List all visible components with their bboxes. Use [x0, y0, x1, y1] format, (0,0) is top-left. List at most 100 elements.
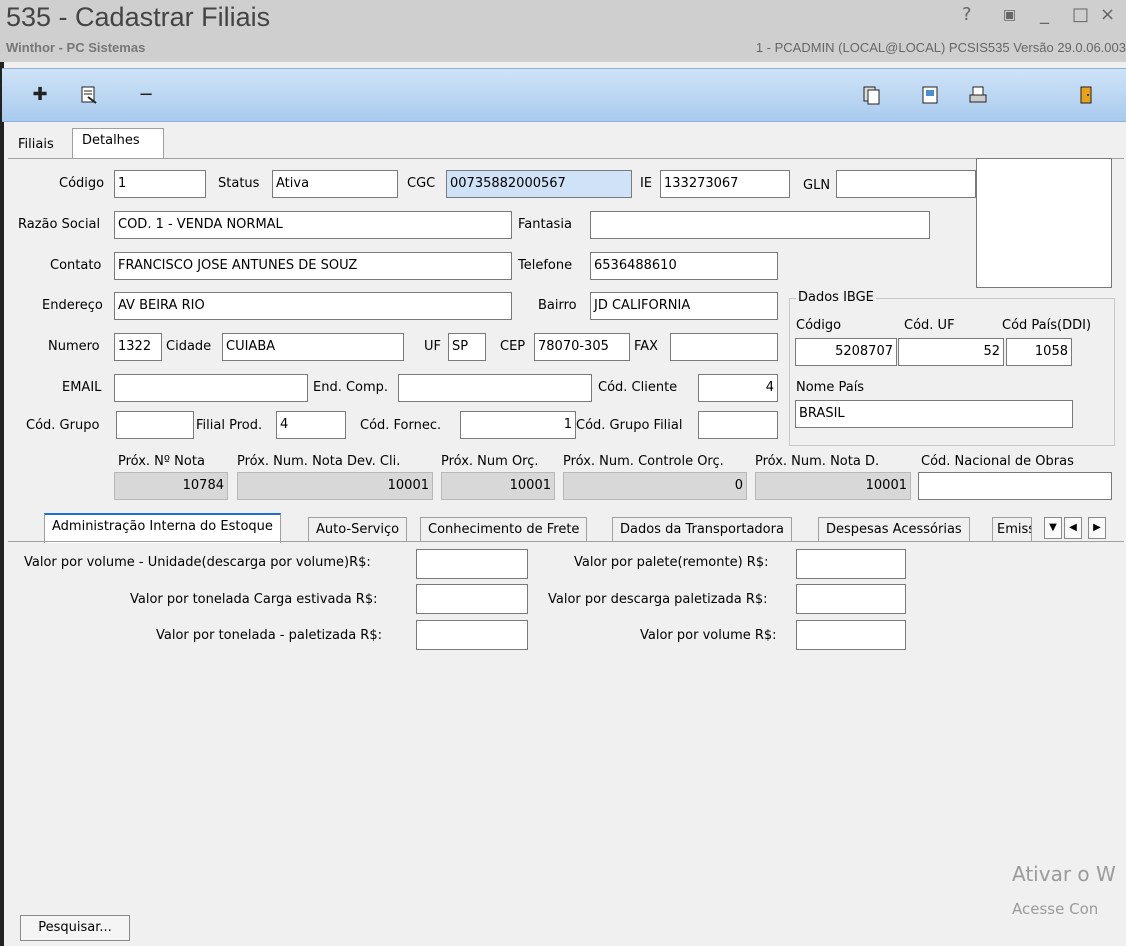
- ie-field[interactable]: 133273067: [660, 170, 790, 198]
- email-label: EMAIL: [62, 380, 102, 395]
- toolbar: ✚ −: [2, 68, 1126, 122]
- cod-obras-field[interactable]: [918, 472, 1112, 500]
- razao-field[interactable]: COD. 1 - VENDA NORMAL: [114, 211, 512, 239]
- edit-document-icon[interactable]: [79, 85, 99, 105]
- restore-icon[interactable]: ▣: [1003, 7, 1016, 23]
- image-box: [976, 158, 1112, 288]
- minimize-button[interactable]: _: [1040, 4, 1049, 25]
- contato-label: Contato: [50, 258, 102, 273]
- subtab-emissao[interactable]: Emiss: [992, 517, 1032, 542]
- codfornec-field[interactable]: 1: [460, 411, 576, 439]
- codigo-field[interactable]: 1: [114, 170, 206, 198]
- uf-field[interactable]: SP: [448, 333, 486, 361]
- tab-filiais[interactable]: Filiais: [12, 137, 60, 152]
- subtab-administracao-estoque[interactable]: Administração Interna do Estoque: [44, 513, 281, 543]
- cidade-label: Cidade: [166, 339, 212, 354]
- codgrupo-field[interactable]: [116, 411, 194, 439]
- subtab-dados-transportadora[interactable]: Dados da Transportadora: [612, 517, 792, 542]
- activation-watermark-text: Acesse Con: [1012, 900, 1099, 918]
- prox-nota-dev-field: 10001: [237, 472, 433, 500]
- endcomp-field[interactable]: [398, 374, 592, 402]
- ton-paletizada-field[interactable]: [416, 620, 528, 650]
- gln-field[interactable]: [836, 170, 976, 198]
- cep-label: CEP: [500, 339, 526, 354]
- endcomp-label: End. Comp.: [313, 380, 389, 395]
- numero-field[interactable]: 1322: [114, 333, 162, 361]
- ibge-codigo-label: Código: [796, 318, 842, 333]
- subtab-conhecimento-frete[interactable]: Conhecimento de Frete: [420, 517, 588, 542]
- prox-ctrl-orc-label: Próx. Num. Controle Orç.: [563, 454, 724, 469]
- maximize-button[interactable]: □: [1072, 4, 1089, 25]
- cod-obras-label: Cód. Nacional de Obras: [921, 454, 1074, 469]
- status-field[interactable]: Ativa: [272, 170, 398, 198]
- title-bar: 535 - Cadastrar Filiais Winthor - PC Sis…: [0, 0, 1126, 62]
- chevron-left-icon[interactable]: ◀: [1064, 517, 1082, 539]
- ibge-nomepais-label: Nome País: [796, 380, 865, 395]
- prox-nota-label: Próx. Nº Nota: [118, 454, 205, 469]
- uf-label: UF: [424, 339, 441, 354]
- palete-label: Valor por palete(remonte) R$:: [574, 555, 769, 570]
- subtab-auto-servico[interactable]: Auto-Serviço: [308, 517, 408, 542]
- ibge-codpais-field[interactable]: 1058: [1006, 338, 1072, 366]
- descarga-paletizada-label: Valor por descarga paletizada R$:: [548, 592, 768, 607]
- chevron-right-icon[interactable]: ▶: [1088, 517, 1106, 539]
- filialprod-label: Filial Prod.: [196, 418, 263, 433]
- codgrupofilial-label: Cód. Grupo Filial: [576, 418, 683, 433]
- fantasia-label: Fantasia: [518, 217, 572, 232]
- ibge-codigo-field[interactable]: 5208707: [795, 338, 897, 366]
- user-info: 1 - PCADMIN (LOCAL@LOCAL) PCSIS535 Versã…: [755, 40, 1126, 55]
- tab-divider: [8, 158, 1124, 159]
- codgrupofilial-field[interactable]: [698, 411, 778, 439]
- print-icon[interactable]: [968, 85, 988, 105]
- endereco-field[interactable]: AV BEIRA RIO: [114, 292, 512, 320]
- contato-field[interactable]: FRANCISCO JOSE ANTUNES DE SOUZ: [114, 252, 512, 280]
- subtab-divider: [8, 541, 1124, 542]
- notepad-icon[interactable]: [920, 85, 940, 105]
- codcliente-field[interactable]: 4: [698, 374, 778, 402]
- exit-door-icon[interactable]: [1076, 85, 1096, 105]
- fantasia-field[interactable]: [590, 211, 930, 239]
- ton-paletizada-label: Valor por tonelada - paletizada R$:: [156, 628, 382, 643]
- close-button[interactable]: ×: [1100, 4, 1115, 25]
- fax-label: FAX: [634, 339, 659, 354]
- filialprod-field[interactable]: 4: [276, 411, 346, 439]
- cidade-field[interactable]: CUIABA: [222, 333, 404, 361]
- palete-field[interactable]: [796, 549, 906, 579]
- fax-field[interactable]: [670, 333, 778, 361]
- descarga-paletizada-field[interactable]: [796, 584, 906, 614]
- tab-detalhes[interactable]: Detalhes: [76, 133, 146, 148]
- plus-icon[interactable]: ✚: [30, 85, 50, 105]
- codcliente-label: Cód. Cliente: [598, 380, 678, 395]
- window-border: [0, 62, 4, 946]
- prox-nota-d-field: 10001: [755, 472, 911, 500]
- ibge-coduf-label: Cód. UF: [904, 318, 955, 333]
- codfornec-label: Cód. Fornec.: [360, 418, 442, 433]
- prox-orc-field: 10001: [441, 472, 555, 500]
- gln-label: GLN: [803, 178, 831, 193]
- ibge-nomepais-field[interactable]: BRASIL: [795, 400, 1073, 428]
- ibge-coduf-field[interactable]: 52: [898, 338, 1004, 366]
- cep-field[interactable]: 78070-305: [534, 333, 630, 361]
- volume-label: Valor por volume R$:: [640, 628, 777, 643]
- prox-ctrl-orc-field: 0: [563, 472, 747, 500]
- bairro-label: Bairro: [538, 298, 577, 313]
- pesquisar-button[interactable]: Pesquisar...: [20, 915, 130, 941]
- bairro-field[interactable]: JD CALIFORNIA: [590, 292, 778, 320]
- activation-watermark-title: Ativar o W: [1012, 862, 1116, 886]
- copy-icon[interactable]: [862, 85, 882, 105]
- telefone-field[interactable]: 6536488610: [590, 252, 778, 280]
- subtab-despesas-acessorias[interactable]: Despesas Acessórias: [818, 517, 970, 542]
- vol-unidade-field[interactable]: [416, 549, 528, 579]
- volume-field[interactable]: [796, 620, 906, 650]
- cgc-field[interactable]: 00735882000567: [446, 170, 632, 198]
- prox-nota-field: 10784: [114, 472, 228, 500]
- minus-icon[interactable]: −: [136, 85, 156, 105]
- chevron-down-icon[interactable]: ▼: [1044, 517, 1062, 539]
- email-field[interactable]: [114, 374, 308, 402]
- ie-label: IE: [640, 176, 653, 191]
- window-title: 535 - Cadastrar Filiais: [6, 2, 271, 32]
- ton-estivada-field[interactable]: [416, 584, 528, 614]
- cgc-label: CGC: [407, 176, 436, 191]
- telefone-label: Telefone: [518, 258, 573, 273]
- help-button[interactable]: ?: [962, 4, 972, 25]
